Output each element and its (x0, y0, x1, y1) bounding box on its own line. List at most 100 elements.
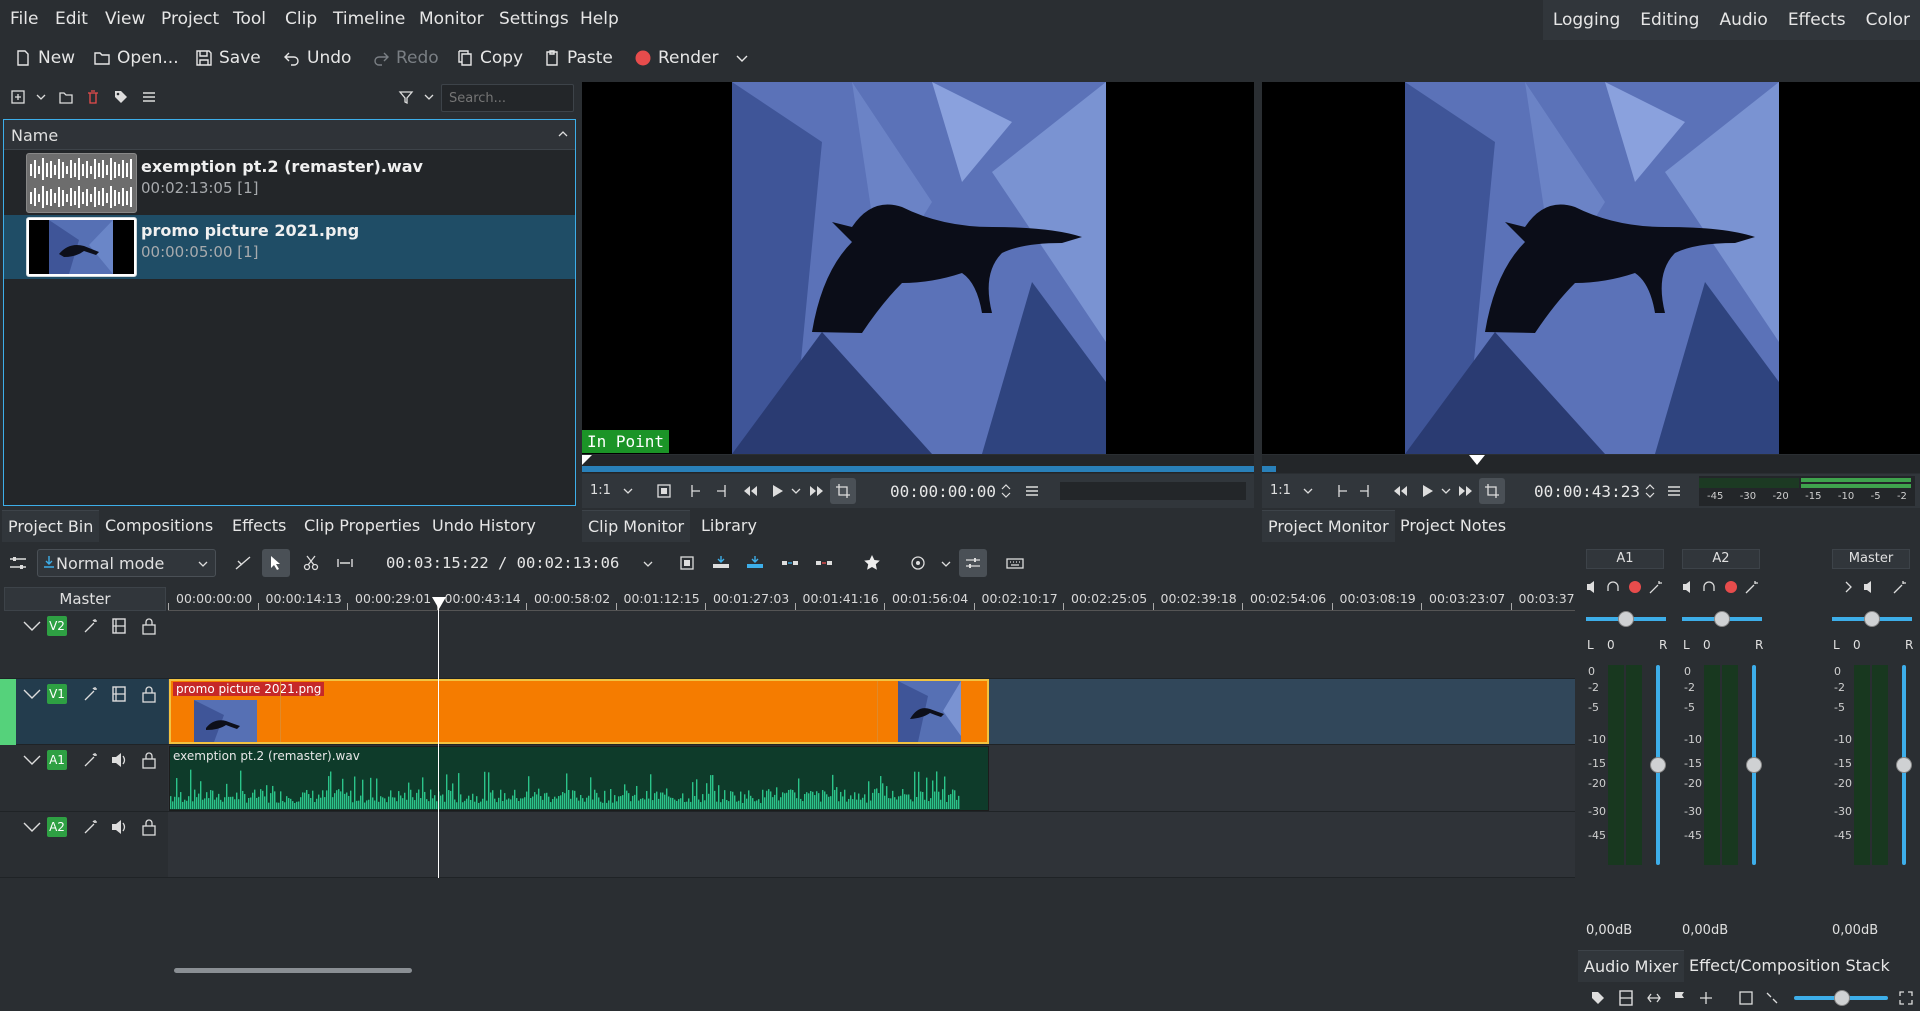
filter-icon[interactable] (398, 89, 414, 105)
clip-zoom-label[interactable]: 1:1 (590, 483, 611, 498)
playhead-icon[interactable] (1469, 455, 1485, 465)
tab-library[interactable]: Library (695, 510, 763, 542)
bin-item-image[interactable]: promo picture 2021.png 00:00:05:00 [1] (4, 215, 575, 279)
flag-icon[interactable] (1672, 990, 1688, 1006)
timeline-ruler[interactable]: Master 00:00:00:00 00:00:14:13 00:00:29:01… (0, 585, 1587, 611)
play-icon[interactable] (1419, 483, 1435, 499)
speaker-icon[interactable] (111, 752, 129, 768)
volume-db-value[interactable]: 0,00dB (1832, 923, 1878, 938)
menu-help[interactable]: Help (580, 9, 619, 29)
save-button[interactable]: Save (195, 48, 261, 68)
track-name-v1[interactable]: V1 (47, 684, 67, 704)
collapse-chevron-icon[interactable] (22, 619, 42, 633)
copy-button[interactable]: Copy (456, 48, 523, 68)
paste-button[interactable]: Paste (543, 48, 613, 68)
play-icon[interactable] (769, 483, 785, 499)
chevron-down-icon[interactable] (790, 485, 802, 497)
set-out-icon[interactable] (714, 483, 730, 499)
menu-settings[interactable]: Settings (499, 9, 569, 29)
clip-monitor-view[interactable] (582, 82, 1254, 454)
speaker-icon[interactable] (111, 819, 129, 835)
collapse-chevron-icon[interactable] (22, 820, 42, 834)
track-row-v1[interactable]: promo picture 2021.png (168, 679, 1575, 745)
tab-audio-mixer[interactable]: Audio Mixer (1578, 950, 1685, 982)
favorite-star-icon[interactable] (863, 554, 881, 572)
channel-buttons[interactable] (1586, 579, 1666, 595)
film-icon[interactable] (1618, 990, 1634, 1006)
selection-tool[interactable] (262, 549, 290, 577)
tab-project-monitor[interactable]: Project Monitor (1262, 510, 1395, 542)
effects-wand-icon[interactable] (83, 752, 99, 768)
audio-clip[interactable]: exemption pt.2 (remaster).wav (169, 746, 989, 811)
track-row-v2[interactable] (168, 611, 1575, 679)
tab-clip-monitor[interactable]: Clip Monitor (582, 510, 691, 542)
layout-effects[interactable]: Effects (1778, 0, 1856, 40)
chevron-down-icon[interactable] (1440, 485, 1452, 497)
layout-audio[interactable]: Audio (1709, 0, 1777, 40)
tab-effects[interactable]: Effects (226, 510, 292, 542)
spin-arrows-icon[interactable] (1000, 481, 1012, 501)
menu-clip[interactable]: Clip (285, 9, 317, 29)
track-name-v2[interactable]: V2 (47, 616, 67, 636)
volume-knob[interactable] (1896, 757, 1912, 773)
timeline-scrollbar[interactable] (174, 968, 412, 973)
film-icon[interactable] (111, 618, 127, 634)
crop-toggle[interactable] (1479, 478, 1505, 504)
undo-button[interactable]: Undo (283, 48, 351, 68)
pan-knob[interactable] (1618, 611, 1634, 627)
channel-buttons[interactable] (1682, 579, 1762, 595)
chevron-down-icon[interactable] (733, 49, 751, 67)
menu-file[interactable]: File (10, 9, 38, 29)
chevron-down-icon[interactable] (940, 558, 952, 570)
overwrite-clip-icon[interactable] (746, 555, 764, 571)
new-button[interactable]: New (14, 48, 75, 68)
timeline-position[interactable]: 00:03:15:22 / 00:02:13:06 (386, 554, 619, 572)
volume-db-value[interactable]: 0,00dB (1682, 923, 1728, 938)
redo-button[interactable]: Redo (372, 48, 439, 68)
menu-project[interactable]: Project (161, 9, 219, 29)
tab-undo-history[interactable]: Undo History (426, 510, 542, 542)
render-button[interactable]: Render (634, 48, 751, 68)
lift-icon[interactable] (815, 555, 833, 571)
spacer-tool-icon[interactable] (336, 555, 354, 571)
pan-value[interactable]: 0 (1853, 638, 1861, 652)
layout-editing[interactable]: Editing (1630, 0, 1709, 40)
split-audio-icon[interactable] (1646, 990, 1662, 1006)
extract-icon[interactable] (781, 555, 799, 571)
lock-icon[interactable] (141, 617, 157, 635)
insert-clip-icon[interactable] (712, 555, 730, 571)
collapse-chevron-icon[interactable] (22, 753, 42, 767)
chevron-down-icon[interactable] (34, 89, 48, 105)
film-icon[interactable] (111, 686, 127, 702)
forward-icon[interactable] (809, 483, 825, 499)
menu-tool[interactable]: Tool (233, 9, 266, 29)
track-name-a2[interactable]: A2 (47, 817, 67, 837)
tab-project-bin[interactable]: Project Bin (2, 510, 100, 542)
project-timecode[interactable]: 00:00:43:23 (1534, 482, 1640, 501)
bin-search-input[interactable] (441, 84, 574, 112)
clip-monitor-ruler[interactable] (582, 455, 1254, 473)
playhead-icon[interactable] (432, 597, 446, 609)
lock-icon[interactable] (141, 818, 157, 836)
snap-icon[interactable] (910, 555, 926, 571)
menu-icon[interactable] (1666, 483, 1682, 499)
timeline-empty-area[interactable] (168, 878, 1575, 1011)
timeline-settings-toggle[interactable] (959, 549, 987, 577)
lock-icon[interactable] (141, 685, 157, 703)
tag-icon[interactable] (1590, 990, 1606, 1006)
effects-wand-icon[interactable] (83, 819, 99, 835)
chevron-down-icon[interactable] (642, 558, 654, 570)
snap-line-icon[interactable] (1698, 990, 1714, 1006)
folder-icon[interactable] (58, 89, 74, 105)
track-row-a2[interactable] (168, 812, 1575, 878)
fit-timeline-icon[interactable] (679, 555, 695, 571)
edit-mode-select[interactable]: Normal mode (37, 549, 216, 577)
tab-clip-properties[interactable]: Clip Properties (298, 510, 426, 542)
spin-arrows-icon[interactable] (1644, 481, 1656, 501)
channel-buttons[interactable] (1842, 579, 1912, 595)
project-zoom-label[interactable]: 1:1 (1270, 483, 1291, 498)
menu-edit[interactable]: Edit (55, 9, 88, 29)
pan-knob[interactable] (1864, 611, 1880, 627)
playhead-icon[interactable] (582, 455, 592, 465)
menu-monitor[interactable]: Monitor (419, 9, 484, 29)
